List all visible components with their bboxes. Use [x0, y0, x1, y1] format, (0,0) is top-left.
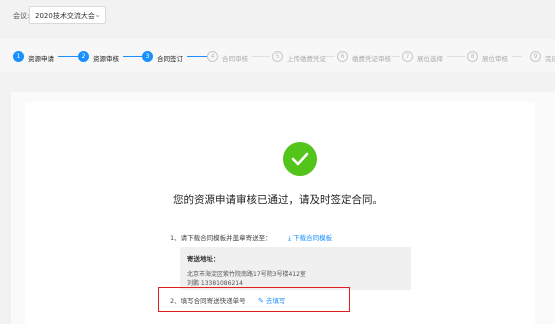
step-connector: [123, 56, 142, 57]
step2-instruction: 2、填写合同寄送快递单号: [170, 297, 246, 305]
step-connector: [325, 56, 335, 57]
meeting-label: 会议:: [13, 12, 30, 20]
fill-tracking-link[interactable]: ✎ 去填写: [258, 295, 285, 305]
address-line: 北京市海淀区紫竹院南路17号院3号楼412室: [187, 271, 306, 278]
step-number: 5: [272, 51, 283, 62]
step-connector: [447, 56, 465, 57]
step1-instruction: 1、请下载合同模板并盖章寄送至：: [170, 234, 272, 242]
step-connector: [512, 56, 522, 57]
step-label: 合同签订: [157, 55, 183, 63]
step-number: 7: [402, 51, 413, 62]
fill-link-label: 去填写: [265, 297, 286, 305]
step-number: 2: [78, 51, 89, 62]
step-connector: [58, 56, 78, 57]
download-icon: ⤓: [288, 234, 292, 242]
step-label: 上传缴费凭证: [287, 55, 326, 63]
step-number: 8: [467, 51, 478, 62]
step-number: 3: [142, 51, 153, 62]
step-connector: [392, 56, 400, 57]
step-label: 资源审核: [93, 55, 119, 63]
edit-icon: ✎: [258, 297, 264, 305]
meeting-select-value: 2020技术交流大会: [35, 12, 95, 20]
step-number: 1: [13, 51, 24, 62]
step-label: 展位审核: [482, 55, 508, 63]
step-label: 展位选择: [417, 55, 443, 63]
step-label: 资源申请: [28, 55, 54, 63]
chevron-down-icon: ⌄: [94, 10, 101, 19]
step-label: 合同审核: [222, 55, 248, 63]
download-link-label: 下载合同模板: [293, 234, 333, 242]
step-number: 6: [337, 51, 348, 62]
meeting-select[interactable]: 2020技术交流大会 ⌄: [29, 6, 106, 24]
address-box: 寄送地址： 北京市海淀区紫竹院南路17号院3号楼412室 刘鹏 13381086…: [180, 247, 411, 290]
steps-bar: 1 资源申请 2 资源审核 3 合同签订 4 合同审核 5 上传缴费凭证 6 缴…: [0, 39, 555, 72]
step-label: 完成: [545, 55, 555, 63]
step-number: 4: [207, 51, 218, 62]
step-connector: [252, 56, 270, 57]
step-label: 缴费凭证审核: [352, 55, 391, 63]
download-template-link[interactable]: ⤓ 下载合同模板: [288, 232, 332, 243]
step-connector: [187, 56, 207, 57]
contact-line: 刘鹏 13381086214: [187, 280, 243, 287]
step-number: 9: [530, 51, 541, 62]
top-bar: 会议: 2020技术交流大会 ⌄: [0, 0, 555, 33]
address-label: 寄送地址：: [187, 255, 220, 263]
success-check-icon: [283, 142, 317, 176]
result-title: 您的资源申请审核已通过，请及时签定合同。: [173, 194, 383, 206]
